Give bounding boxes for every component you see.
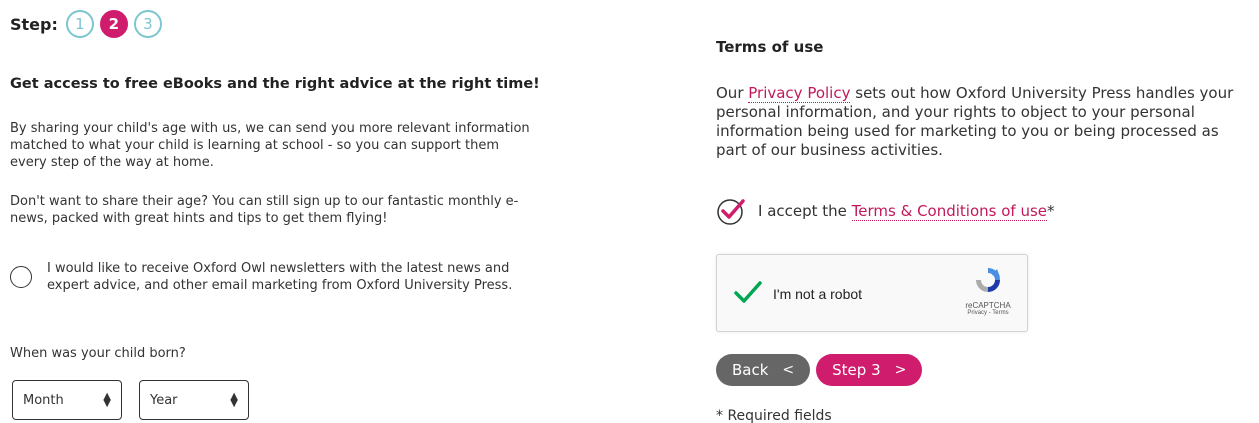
newsletter-label: I would like to receive Oxford Owl newsl… [47,261,513,293]
recaptcha-links[interactable]: Privacy - Terms [961,310,1015,316]
recaptcha-brand: reCAPTCHA [965,301,1011,310]
step-1: 1 [65,10,94,38]
newsletter-radio[interactable] [10,266,32,288]
step-label: Step: [10,14,58,34]
terms-title: Terms of use [716,38,824,56]
next-arrow-icon: > [894,362,907,378]
step-2: 2 [99,10,128,38]
intro-paragraph-1: By sharing your child's age with us, we … [10,121,530,170]
recaptcha-widget[interactable]: I'm not a robot reCAPTCHA Privacy - Term… [716,254,1028,332]
accept-text: I accept the Terms & Conditions of use* [758,202,1055,221]
accept-prefix: I accept the [758,202,852,220]
month-select-value: Month [23,392,64,408]
year-select[interactable]: Year ▲ ▼ [139,380,249,420]
recaptcha-logo-icon [976,268,1000,292]
privacy-prefix: Our [716,84,749,102]
checkmark-circle-icon [717,199,745,225]
birth-question: When was your child born? [10,346,186,361]
month-select[interactable]: Month ▲ ▼ [12,380,122,420]
birth-selects: Month ▲ ▼ Year ▲ ▼ [12,380,266,420]
back-arrow-icon: < [782,362,795,378]
recaptcha-logo: reCAPTCHA Privacy - Terms [961,265,1015,316]
green-check-icon [734,281,762,303]
select-arrows-icon: ▲ ▼ [230,391,238,409]
accept-terms-option[interactable]: I accept the Terms & Conditions of use* [716,196,1055,226]
required-fields-note: * Required fields [716,408,832,423]
recaptcha-checkbox[interactable] [733,277,763,307]
recaptcha-label: I'm not a robot [773,286,863,302]
year-select-value: Year [150,392,178,408]
back-button-label: Back [732,361,769,379]
next-button-label: Step 3 [832,361,881,379]
privacy-policy-link[interactable]: Privacy Policy [748,84,851,103]
select-arrows-icon: ▲ ▼ [103,391,111,409]
step-3: 3 [133,10,162,38]
required-asterisk: * [1047,202,1055,220]
newsletter-option[interactable]: I would like to receive Oxford Owl newsl… [10,260,517,294]
page-headline: Get access to free eBooks and the right … [10,76,540,92]
back-button[interactable]: Back < [716,354,811,386]
privacy-text: Our Privacy Policy sets out how Oxford U… [716,84,1252,160]
step-indicator: Step: 1 2 3 [10,10,168,38]
next-step-button[interactable]: Step 3 > [816,354,923,386]
accept-checkbox[interactable] [716,196,746,226]
nav-buttons: Back < Step 3 > [716,354,928,386]
terms-conditions-link[interactable]: Terms & Conditions of use [851,202,1048,221]
intro-paragraph-2: Don't want to share their age? You can s… [10,194,519,226]
